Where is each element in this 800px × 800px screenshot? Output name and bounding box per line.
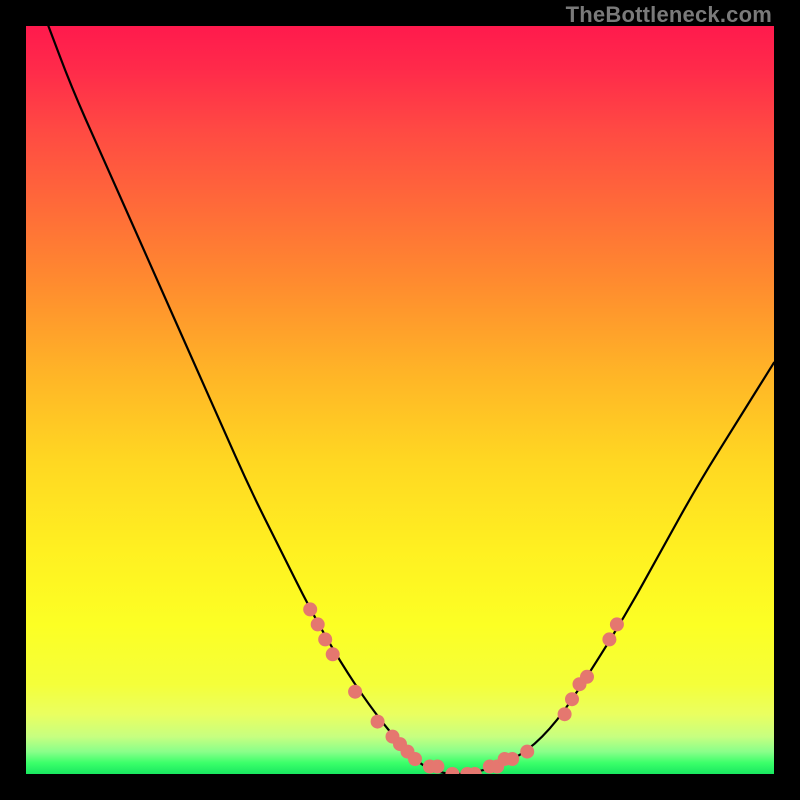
highlight-dot (602, 632, 616, 646)
curve-svg (26, 26, 774, 774)
watermark-text: TheBottleneck.com (566, 2, 772, 28)
highlight-dot (445, 767, 459, 774)
highlight-dot (505, 752, 519, 766)
highlight-dot (430, 760, 444, 774)
highlight-dot (311, 617, 325, 631)
plot-area (26, 26, 774, 774)
highlight-dot (610, 617, 624, 631)
highlight-dot (348, 685, 362, 699)
highlight-dot (326, 647, 340, 661)
highlight-dot (303, 602, 317, 616)
highlight-dot (520, 745, 534, 759)
highlight-dots-group (303, 602, 624, 774)
highlight-dot (408, 752, 422, 766)
highlight-dot (565, 692, 579, 706)
highlight-dot (558, 707, 572, 721)
highlight-dot (318, 632, 332, 646)
highlight-dot (580, 670, 594, 684)
chart-frame: TheBottleneck.com (0, 0, 800, 800)
bottleneck-curve (48, 26, 774, 774)
highlight-dot (371, 715, 385, 729)
